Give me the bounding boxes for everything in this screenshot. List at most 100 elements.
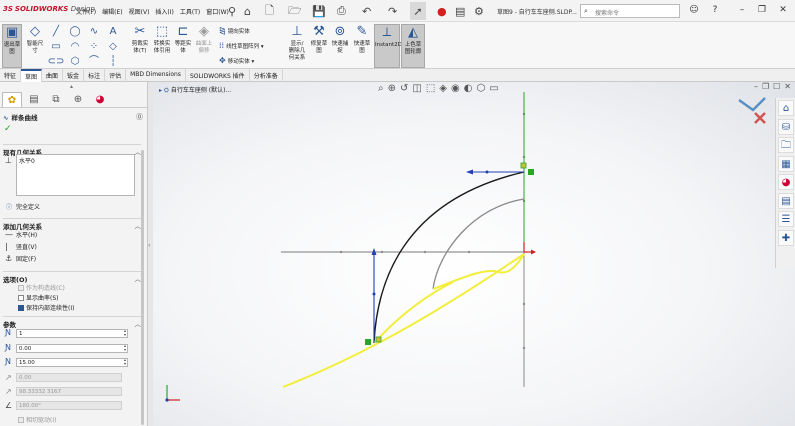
point-icon[interactable]: ⁘ — [85, 40, 103, 53]
restore-button[interactable]: ❐ — [755, 3, 769, 17]
tangent-weight-field[interactable]: 0.00 — [16, 373, 122, 382]
instant2d-button[interactable]: ⟂ Instant2D — [374, 24, 402, 68]
redo-icon[interactable]: ↷ — [388, 2, 397, 20]
tab-sheet-metal[interactable]: 钣金 — [63, 69, 85, 82]
custom-properties-icon[interactable]: ▤ — [778, 192, 794, 209]
rebuild-icon[interactable]: ● — [437, 2, 447, 20]
panel-collapse-arrow-icon[interactable]: ▴ — [70, 83, 73, 90]
show-curvature-checkbox[interactable]: 显示曲率(S) — [18, 293, 59, 302]
existing-relations-list[interactable]: 水平0 — [16, 154, 135, 196]
design-library-icon[interactable]: ⛁ — [778, 118, 794, 135]
shaded-contours-button[interactable]: ◭ 上色草 图轮廓 — [401, 24, 425, 68]
display-manager-tab-icon[interactable]: ◕ — [90, 92, 110, 107]
list-item[interactable]: 水平0 — [19, 156, 132, 165]
display-style-icon[interactable]: ◈ — [439, 83, 447, 94]
scenes-icon[interactable]: ⬡ — [476, 83, 485, 94]
menu-window[interactable]: 窗口(W) — [206, 7, 229, 16]
file-explorer-icon[interactable]: 🗀 — [778, 137, 794, 153]
solidworks-resources-icon[interactable]: ⌂ — [778, 100, 794, 116]
appearances-icon[interactable]: ◕ — [778, 174, 794, 190]
tab-sketch[interactable]: 草图 — [21, 69, 43, 82]
maintain-continuity-checkbox[interactable]: 保持内部连续性(I) — [18, 303, 74, 312]
circle-icon[interactable]: ◯ — [66, 25, 84, 38]
tangent-radial-field[interactable]: 98.33332 3167 — [16, 387, 122, 396]
tab-features[interactable]: 特征 — [0, 69, 22, 82]
construction-arc[interactable] — [432, 198, 525, 290]
zoom-to-area-icon[interactable]: ⊕ — [388, 83, 396, 94]
fillet-icon[interactable]: ⌒ — [85, 55, 103, 68]
point-index-spinner[interactable]: ▴ ▾ — [122, 329, 128, 338]
save-icon[interactable]: 💾 — [312, 2, 326, 20]
configuration-manager-tab-icon[interactable]: ⧉ — [46, 92, 66, 107]
relation-marker[interactable] — [520, 162, 527, 169]
x-coordinate-field[interactable]: 0.00 — [16, 344, 128, 353]
help-icon[interactable]: ? — [708, 3, 722, 17]
help-icon[interactable]: ⓪ — [136, 112, 143, 122]
trim-entities-button[interactable]: ✂ 剪裁实 体(T) — [130, 24, 150, 55]
convert-entities-button[interactable]: ⬚ 转换实 体引用 — [151, 24, 173, 55]
tab-surfaces[interactable]: 曲面 — [42, 69, 64, 82]
add-in-icon[interactable]: ✚ — [778, 229, 794, 246]
highlighted-spline-mid[interactable] — [373, 281, 454, 344]
text-icon[interactable]: A — [104, 25, 122, 38]
for-construction-checkbox[interactable]: 作为构造线(C) — [18, 283, 65, 292]
previous-view-icon[interactable]: ↺ — [400, 83, 408, 94]
feature-tree-flyout[interactable]: ▸ ⛭ 自行车车座侧 (默认)... — [159, 85, 231, 95]
move-entities-button[interactable]: ✥ 移动实体 ▾ — [219, 56, 254, 65]
tangent-handle-point[interactable] — [372, 292, 376, 296]
smart-dimension-button[interactable]: ◇ 智能尺 寸 — [24, 24, 46, 55]
rectangle-icon[interactable]: ▭ — [47, 40, 65, 53]
pin-icon[interactable]: ⚲ — [228, 2, 236, 20]
search-input[interactable]: ⌕ 搜索命令 — [580, 4, 680, 18]
view-palette-icon[interactable]: ▦ — [778, 155, 794, 172]
tab-solidworks-addins[interactable]: SOLIDWORKS 插件 — [186, 69, 250, 82]
minimize-button[interactable]: – — [735, 3, 749, 17]
relation-marker[interactable] — [365, 339, 371, 345]
relation-marker[interactable] — [528, 169, 534, 175]
add-relation-horizontal[interactable]: — 水平(H) — [5, 230, 37, 239]
slot-icon[interactable]: ⊂⊃ — [47, 55, 65, 68]
parameters-header[interactable]: 参数 ︿ — [3, 316, 141, 329]
view-orientation-icon[interactable]: ⬚ — [426, 83, 435, 94]
quick-snaps-button[interactable]: ⊚ 快速捕 捉 — [330, 24, 350, 55]
rapid-sketch-button[interactable]: ✎ 快速草 图 — [352, 24, 372, 55]
y-coordinate-spinner[interactable]: ▴ ▾ — [122, 358, 128, 367]
ok-checkmark-icon[interactable]: ✓ — [4, 124, 12, 134]
offset-entities-button[interactable]: ⊏ 等距实 体 — [173, 24, 193, 55]
repair-sketch-button[interactable]: ⚒ 修复草 图 — [309, 24, 329, 55]
cancel-sketch-x-icon[interactable] — [754, 112, 766, 124]
centerline-icon[interactable]: ┆ — [104, 55, 122, 68]
view-settings-icon[interactable]: ▭ — [489, 83, 498, 94]
tab-markup[interactable]: 标注 — [84, 69, 106, 82]
undo-icon[interactable]: ↶ — [362, 2, 371, 20]
dimxpert-tab-icon[interactable]: ⊕ — [68, 92, 88, 107]
property-manager-tab-icon[interactable]: ▤ — [24, 92, 44, 107]
viewport-minimize-icon[interactable]: – — [754, 82, 758, 91]
section-view-icon[interactable]: ◫ — [412, 83, 421, 94]
new-document-icon[interactable]: 🗋 — [265, 2, 274, 20]
viewport-restore-icon[interactable]: ❐ — [762, 82, 769, 91]
polygon-icon[interactable]: ⬡ — [66, 55, 84, 68]
y-coordinate-field[interactable]: 15.00 — [16, 358, 128, 367]
exit-sketch-button[interactable]: ▣ 退出草 图 — [2, 24, 22, 68]
menu-tools[interactable]: 工具(T) — [180, 7, 200, 16]
surface-offset-button[interactable]: ◈ 曲面上 偏移 — [194, 24, 214, 55]
tab-evaluate[interactable]: 评估 — [105, 69, 127, 82]
menu-file[interactable]: 文件(F) — [76, 7, 96, 16]
menu-edit[interactable]: 编辑(E) — [102, 7, 122, 16]
print-icon[interactable]: ⎙ — [337, 2, 346, 20]
linear-pattern-button[interactable]: ⁞⁞ 线性草图阵列 ▾ — [219, 41, 264, 50]
sketch-canvas[interactable] — [153, 82, 795, 426]
home-icon[interactable]: ⌂ — [244, 2, 251, 20]
account-icon[interactable]: ☺ — [687, 3, 701, 17]
feature-manager-tab-icon[interactable]: ✿ — [2, 92, 22, 107]
plane-icon[interactable]: ◇ — [104, 40, 122, 53]
highlighted-spline-lower[interactable] — [282, 253, 525, 388]
select-pointer-icon[interactable]: ➚ — [410, 2, 426, 20]
forum-icon[interactable]: ☰ — [778, 211, 794, 227]
edit-appearance-icon[interactable]: ◐ — [464, 83, 473, 94]
x-coordinate-spinner[interactable]: ▴ ▾ — [122, 344, 128, 353]
confirm-sketch-checkmark-icon[interactable] — [738, 97, 766, 112]
options-gear-icon[interactable]: ⚙ — [474, 2, 484, 20]
add-relation-vertical[interactable]: | 竖直(V) — [5, 242, 37, 251]
